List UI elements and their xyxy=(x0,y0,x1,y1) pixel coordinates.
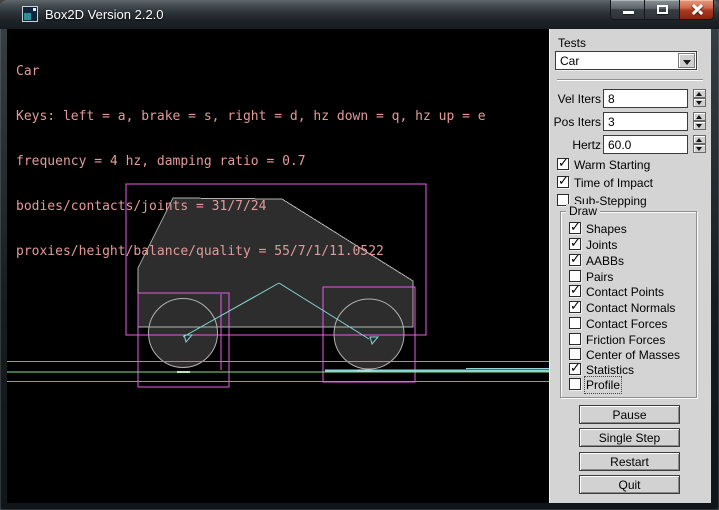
window-title: Box2D Version 2.2.0 xyxy=(45,7,164,22)
control-panel: Tests Car Vel Iters 8 Pos Iters 3 xyxy=(549,29,711,503)
spin-up-button[interactable] xyxy=(693,135,706,144)
vel-iters-input[interactable]: 8 xyxy=(603,89,688,108)
checkbox-label: Shapes xyxy=(586,222,627,236)
checkbox-label: Contact Points xyxy=(586,285,664,299)
spin-up-button[interactable] xyxy=(693,112,706,121)
restart-button[interactable]: Restart xyxy=(579,452,680,471)
contact-point-front xyxy=(357,370,371,372)
tests-label: Tests xyxy=(558,36,586,50)
title-bar[interactable]: Box2D Version 2.2.0 xyxy=(0,0,719,29)
hertz-spinner xyxy=(693,135,706,154)
checkbox-icon[interactable] xyxy=(569,363,581,375)
window-controls xyxy=(610,0,714,20)
checkbox-icon[interactable] xyxy=(569,317,581,329)
pos-iters-label: Pos Iters xyxy=(554,115,601,129)
vel-iters-spinner xyxy=(693,89,706,108)
checkbox-label: Profile xyxy=(586,378,620,392)
checkbox-icon[interactable] xyxy=(569,301,581,313)
arrow-up-icon xyxy=(696,115,702,119)
checkbox-icon[interactable] xyxy=(569,238,581,250)
checkbox-label: Center of Masses xyxy=(586,348,680,362)
minimize-icon xyxy=(623,11,634,14)
checkbox-label: Friction Forces xyxy=(586,333,665,347)
close-icon xyxy=(691,3,704,16)
hertz-row: Hertz 60.0 xyxy=(549,135,711,154)
checkbox-label: Contact Forces xyxy=(586,317,667,331)
spin-down-button[interactable] xyxy=(693,98,706,107)
app-icon xyxy=(22,6,38,22)
pos-iters-spinner xyxy=(693,112,706,131)
arrow-up-icon xyxy=(696,92,702,96)
arrow-down-icon xyxy=(696,124,702,128)
checkbox-label: Warm Starting xyxy=(574,158,650,172)
maximize-icon xyxy=(657,5,668,14)
hertz-input[interactable]: 60.0 xyxy=(603,135,688,154)
tests-dropdown[interactable]: Car xyxy=(555,51,697,70)
checkbox-label: Statistics xyxy=(586,363,634,377)
tests-selected-value: Car xyxy=(560,54,579,68)
chevron-down-icon xyxy=(683,60,691,65)
pause-button[interactable]: Pause xyxy=(579,405,680,424)
pos-iters-input[interactable]: 3 xyxy=(603,112,688,131)
draw-group: Draw Shapes Joints AABBs Pairs xyxy=(560,211,697,398)
hud-line-proxies: proxies/height/balance/quality = 55/7/1/… xyxy=(16,244,486,259)
maximize-button[interactable] xyxy=(645,0,680,20)
checkbox-icon[interactable] xyxy=(569,222,581,234)
arrow-up-icon xyxy=(696,138,702,142)
checkbox-icon[interactable] xyxy=(557,176,569,188)
box2d-window: Box2D Version 2.2.0 xyxy=(0,0,719,510)
checkbox-icon[interactable] xyxy=(569,348,581,360)
spin-down-button[interactable] xyxy=(693,121,706,130)
minimize-button[interactable] xyxy=(610,0,645,20)
hud-line-frequency: frequency = 4 hz, damping ratio = 0.7 xyxy=(16,154,486,169)
checkbox-icon[interactable] xyxy=(569,254,581,266)
spin-down-button[interactable] xyxy=(693,144,706,153)
checkbox-icon[interactable] xyxy=(569,378,581,390)
checkbox-label: Joints xyxy=(586,238,617,252)
checkbox-label: AABBs xyxy=(586,254,624,268)
checkbox-label: Pairs xyxy=(586,270,613,284)
checkbox-icon[interactable] xyxy=(569,270,581,282)
separator xyxy=(557,79,703,81)
vel-iters-row: Vel Iters 8 xyxy=(549,89,711,108)
checkbox-icon[interactable] xyxy=(569,333,581,345)
arrow-down-icon xyxy=(696,147,702,151)
quit-button[interactable]: Quit xyxy=(579,475,680,494)
dropdown-button[interactable] xyxy=(678,53,695,68)
client-area: Car Keys: left = a, brake = s, right = d… xyxy=(7,29,711,503)
vel-iters-label: Vel Iters xyxy=(558,92,601,106)
checkbox-label: Contact Normals xyxy=(586,301,675,315)
checkbox-icon[interactable] xyxy=(569,285,581,297)
hertz-label: Hertz xyxy=(572,138,601,152)
debug-hud: Car Keys: left = a, brake = s, right = d… xyxy=(16,34,486,289)
contact-point-rear xyxy=(177,371,190,373)
simulation-canvas[interactable]: Car Keys: left = a, brake = s, right = d… xyxy=(7,29,549,503)
single-step-button[interactable]: Single Step xyxy=(579,428,680,447)
checkbox-icon[interactable] xyxy=(557,158,569,170)
hud-line-keys: Keys: left = a, brake = s, right = d, hz… xyxy=(16,109,486,124)
hud-line-bodies: bodies/contacts/joints = 31/7/24 xyxy=(16,199,486,214)
pos-iters-row: Pos Iters 3 xyxy=(549,112,711,131)
close-button[interactable] xyxy=(680,0,714,20)
hud-line-title: Car xyxy=(16,64,486,79)
spin-up-button[interactable] xyxy=(693,89,706,98)
checkbox-label: Time of Impact xyxy=(574,176,653,190)
arrow-down-icon xyxy=(696,101,702,105)
draw-group-legend: Draw xyxy=(566,204,600,218)
